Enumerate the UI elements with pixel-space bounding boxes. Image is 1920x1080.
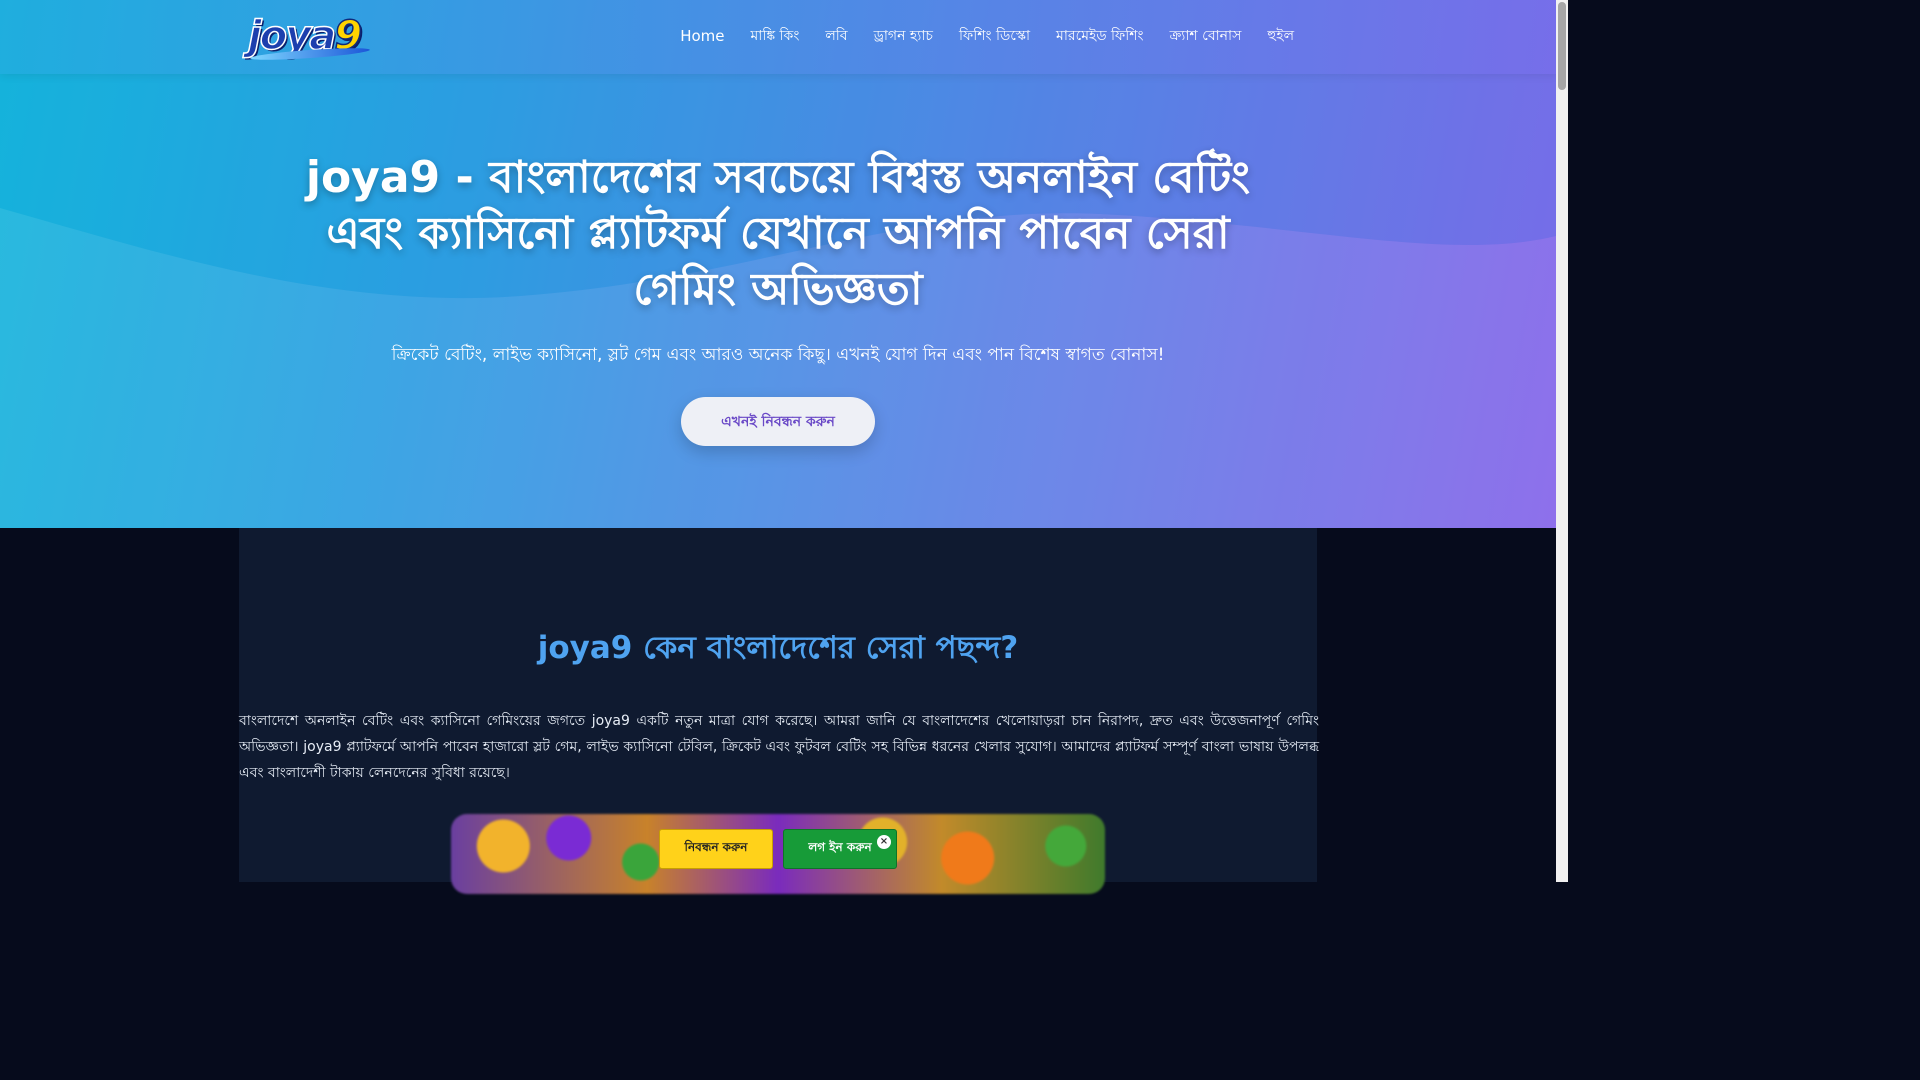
page-scrollbar[interactable] [1556,0,1568,882]
main-nav: Home মাঙ্কি কিং লবি ড্রাগন হ্যাচ ফিশিং ড… [680,24,1294,48]
game-banner-image [451,814,1105,894]
nav-item-monkey-king[interactable]: মাঙ্কি কিং [751,24,800,48]
nav-item-dragon-hatch[interactable]: ড্রাগন হ্যাচ [874,24,933,48]
top-navbar: joya9 Home মাঙ্কি কিং লবি ড্রাগন হ্যাচ ফ… [0,0,1556,74]
nav-item-wheel[interactable]: হুইল [1267,24,1294,48]
section-paragraph: বাংলাদেশে অনলাইন বেটিং এবং ক্যাসিনো গেমি… [239,713,1319,781]
nav-item-mermaid-fishing[interactable]: মারমেইড ফিশিং [1056,24,1144,48]
hero-title: joya9 - বাংলাদেশের সবচেয়ে বিশ্বস্ত অনলা… [305,152,1251,315]
hero-section: joya9 Home মাঙ্কি কিং লবি ড্রাগন হ্যাচ ফ… [0,0,1556,528]
joya9-logo[interactable]: joya9 [247,12,398,63]
close-icon[interactable]: × [877,835,891,849]
section-title: joya9 কেন বাংলাদেশের সেরা পছন্দ? [537,630,1019,666]
scrollbar-thumb[interactable] [1558,2,1566,90]
register-now-button[interactable]: এখনই নিবন্ধন করুন [681,397,875,446]
why-joya9-section: joya9 কেন বাংলাদেশের সেরা পছন্দ? বাংলাদে… [239,528,1319,894]
nav-item-fishing-disco[interactable]: ফিশিং ডিস্কো [959,24,1030,48]
hero-subtitle: ক্রিকেট বেটিং, লাইভ ক্যাসিনো, স্লট গেম এ… [391,345,1165,365]
nav-item-lobby[interactable]: লবি [825,24,847,48]
nav-item-home[interactable]: Home [680,24,724,48]
nav-item-crash-bonus[interactable]: ক্র্যাশ বোনাস [1170,24,1242,48]
sticky-register-button[interactable]: নিবন্ধন করুন [659,829,773,869]
